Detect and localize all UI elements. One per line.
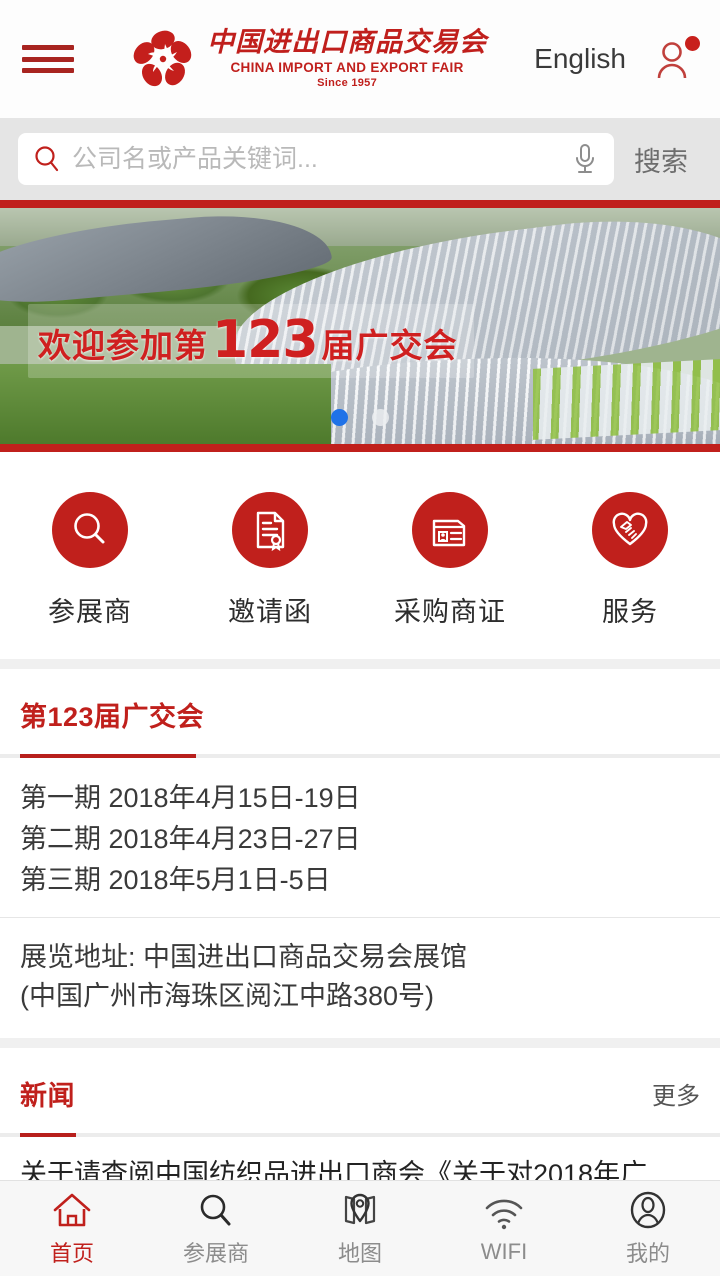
schedule-phase-3: 第三期 2018年5月1日-5日 (20, 865, 331, 896)
tab-label: 地图 (337, 1241, 382, 1266)
banner-caption: 欢迎参加第 123 届广交会 (28, 304, 474, 378)
tab-profile[interactable]: 我的 (576, 1181, 720, 1276)
tab-label: 参展商 (182, 1241, 249, 1266)
carousel-dots (0, 409, 720, 426)
quick-link-icon-bg (592, 492, 668, 568)
quick-link-icon-bg (232, 492, 308, 568)
hero-banner-carousel[interactable]: 欢迎参加第 123 届广交会 (0, 200, 720, 452)
notification-badge (685, 36, 700, 51)
handshake-heart-icon (612, 512, 648, 546)
quick-links-row: 参展商 邀请函 采购商证 服务 (0, 452, 720, 659)
search-submit-button[interactable]: 搜索 (614, 140, 702, 179)
brand-logo[interactable]: 中国进出口商品交易会 CHINA IMPORT AND EXPORT FAIR … (84, 27, 534, 91)
tab-label: 首页 (49, 1241, 94, 1266)
hamburger-menu-icon[interactable] (22, 39, 74, 79)
carousel-dot-1[interactable] (331, 409, 348, 426)
schedule-phase-2: 第二期 2018年4月23日-27日 (20, 824, 361, 855)
app-header: 中国进出口商品交易会 CHINA IMPORT AND EXPORT FAIR … (0, 0, 720, 118)
news-more-link[interactable]: 更多 (652, 1076, 700, 1111)
map-pin-icon (340, 1189, 380, 1231)
tab-home[interactable]: 首页 (0, 1181, 144, 1276)
search-icon (196, 1189, 236, 1231)
quick-link-service[interactable]: 服务 (540, 492, 720, 629)
microphone-icon[interactable] (570, 142, 600, 176)
tab-label: 我的 (625, 1241, 670, 1266)
search-bar: 搜索 (0, 118, 720, 200)
home-icon (51, 1189, 93, 1231)
hamburger-bar (22, 68, 74, 73)
fair-schedule-list: 第一期 2018年4月15日-19日 第二期 2018年4月23日-27日 第三… (0, 758, 720, 917)
quick-link-exhibitors[interactable]: 参展商 (0, 492, 180, 629)
banner-caption-prefix: 欢迎参加第 (38, 326, 208, 365)
brand-logo-text: 中国进出口商品交易会 CHINA IMPORT AND EXPORT FAIR … (207, 26, 488, 90)
quick-link-label: 邀请函 (228, 597, 312, 627)
news-section-underline (0, 1133, 720, 1138)
section-divider (0, 1038, 720, 1049)
tab-map[interactable]: 地图 (288, 1181, 432, 1276)
quick-link-label: 采购商证 (394, 597, 506, 627)
tab-label: WIFI (480, 1239, 528, 1264)
venue-address-line-1: 展览地址: 中国进出口商品交易会展馆 (20, 942, 468, 973)
invitation-document-icon (256, 511, 285, 552)
schedule-phase-1: 第一期 2018年4月15日-19日 (20, 783, 361, 813)
tab-exhibitors[interactable]: 参展商 (144, 1181, 288, 1276)
canton-fair-flower-logo-icon (133, 30, 192, 87)
hamburger-bar (22, 56, 74, 62)
carousel-dot-2[interactable] (372, 409, 389, 426)
quick-link-label: 服务 (602, 597, 658, 627)
bottom-tab-bar: 首页 参展商 地图 WIFI 我的 (0, 1180, 720, 1276)
banner-caption-number: 123 (212, 310, 319, 370)
news-section-title: 新闻 (20, 1081, 75, 1112)
quick-link-buyer-card[interactable]: 采购商证 (360, 492, 540, 629)
quick-link-icon-bg (52, 492, 128, 568)
quick-link-invitation[interactable]: 邀请函 (180, 492, 360, 629)
venue-address-line-2: (中国广州市海珠区阅江中路380号) (20, 981, 435, 1012)
banner-caption-suffix: 届广交会 (321, 326, 458, 365)
tab-wifi[interactable]: WIFI (432, 1181, 576, 1276)
profile-icon (628, 1189, 668, 1231)
search-input[interactable] (72, 144, 560, 174)
hamburger-bar (22, 45, 74, 50)
fair-section-underline (0, 754, 720, 758)
banner-green-strip (532, 358, 720, 440)
brand-name-cn: 中国进出口商品交易会 (207, 26, 488, 58)
app-root: 中国进出口商品交易会 CHINA IMPORT AND EXPORT FAIR … (0, 0, 720, 1276)
quick-link-icon-bg (412, 492, 488, 568)
news-section-header: 新闻 更多 (0, 1048, 720, 1133)
id-card-icon (432, 519, 466, 547)
search-box[interactable] (18, 133, 614, 185)
quick-link-label: 参展商 (48, 597, 132, 627)
section-divider (0, 659, 720, 669)
fair-section-header: 第123届广交会 (0, 669, 720, 754)
account-button[interactable] (652, 36, 700, 82)
language-switch-button[interactable]: English (534, 43, 626, 75)
brand-since: Since 1957 (317, 77, 378, 90)
search-magnifier-icon (74, 513, 105, 544)
search-icon (35, 146, 59, 172)
wifi-icon (483, 1192, 525, 1234)
brand-name-en: CHINA IMPORT AND EXPORT FAIR (230, 60, 464, 76)
fair-section-title: 第123届广交会 (20, 702, 205, 732)
venue-address-block: 展览地址: 中国进出口商品交易会展馆 (中国广州市海珠区阅江中路380号) (0, 918, 720, 1038)
